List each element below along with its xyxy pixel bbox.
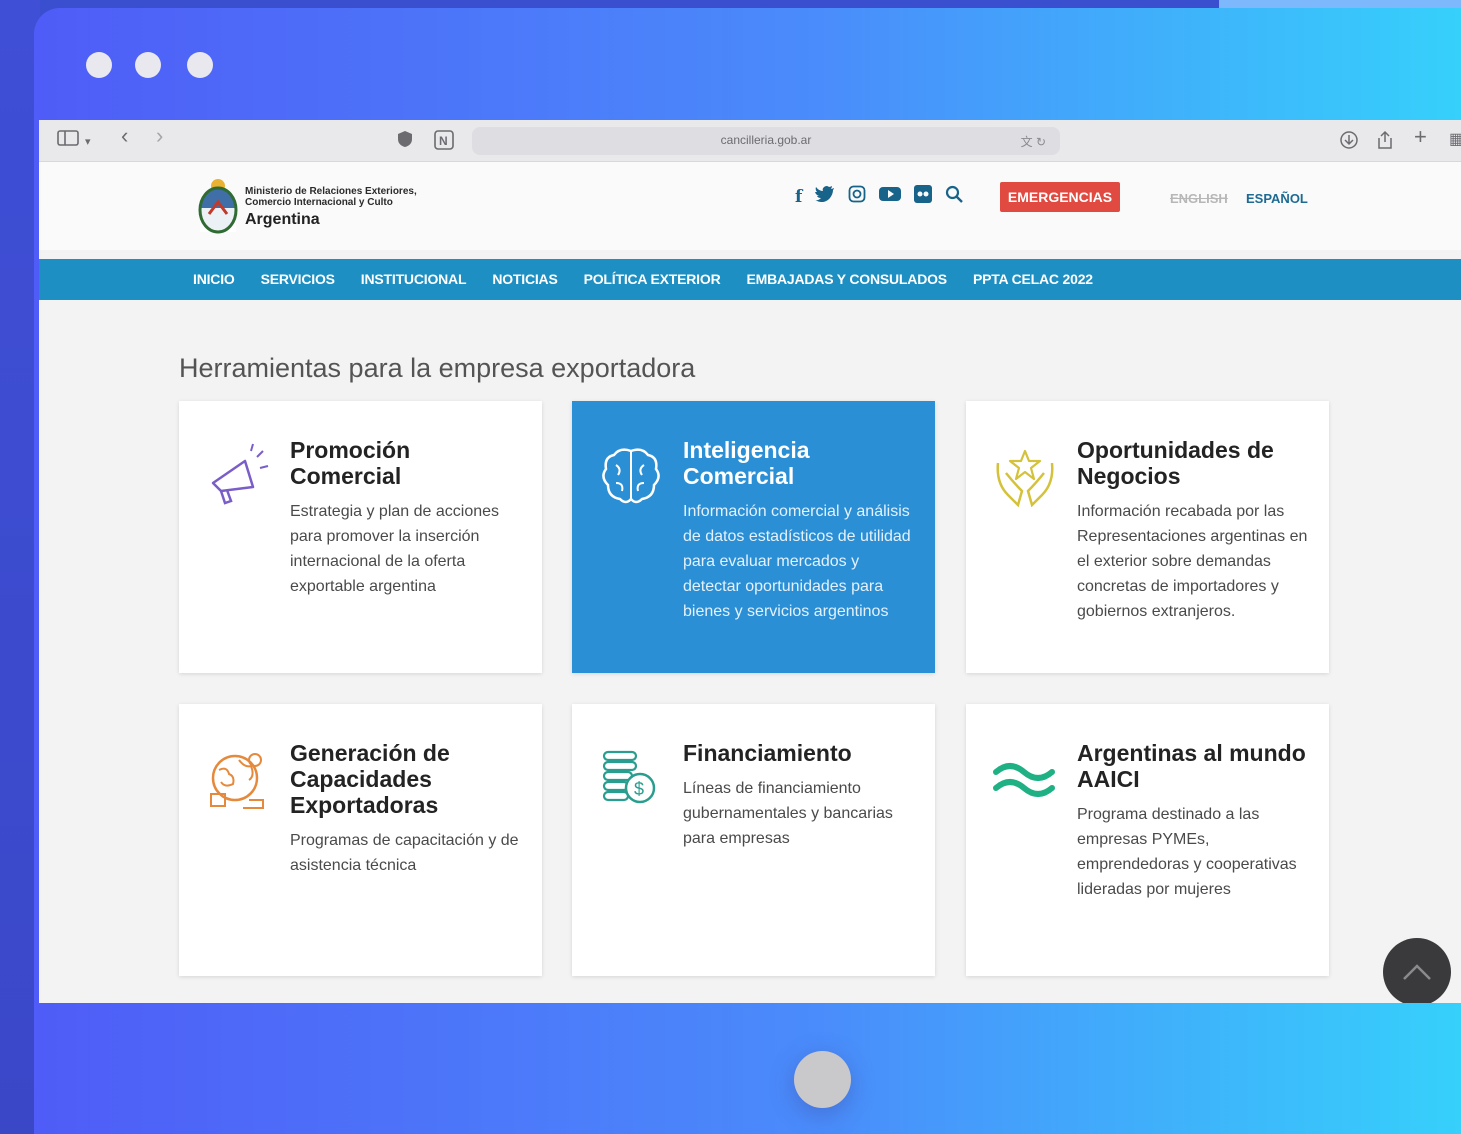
card-description: Información comercial y análisis de dato… <box>683 503 911 620</box>
browser-toolbar: ▾ ‹ › N cancilleria.gob.ar 文 ↻ + ▦ <box>39 120 1461 162</box>
download-icon[interactable] <box>1339 130 1359 154</box>
language-english-link[interactable]: ENGLISH <box>1170 191 1228 206</box>
card-title-line2: AAICI <box>1077 766 1140 792</box>
globe-gear-icon <box>205 746 271 812</box>
nav-item-inicio[interactable]: INICIO <box>193 271 235 287</box>
back-icon[interactable]: ‹ <box>121 125 128 147</box>
card-title-line1: Oportunidades de <box>1077 437 1274 463</box>
frame-top-strip <box>1219 0 1461 8</box>
flickr-icon[interactable] <box>914 185 933 209</box>
browser-window: ▾ ‹ › N cancilleria.gob.ar 文 ↻ + ▦ Minis… <box>39 120 1461 1003</box>
svg-text:$: $ <box>634 779 644 799</box>
scroll-to-top-button[interactable] <box>1383 938 1451 1003</box>
instagram-icon[interactable] <box>848 185 866 209</box>
card-description: Líneas de financiamiento gubernamentales… <box>683 780 893 847</box>
home-indicator-dot[interactable] <box>794 1051 851 1108</box>
logo-country[interactable]: Argentina <box>245 211 320 229</box>
ministry-name-line2: Comercio Internacional y Culto <box>245 197 393 208</box>
card-title-line3: Exportadoras <box>290 792 439 818</box>
notion-extension-icon[interactable]: N <box>434 130 454 154</box>
facebook-icon[interactable]: f <box>795 186 802 208</box>
coins-icon: $ <box>598 746 664 812</box>
card-title: Inteligencia Comercial <box>683 437 913 489</box>
shield-icon[interactable] <box>397 130 413 152</box>
card-title: Argentinas al mundo AAICI <box>1077 740 1307 792</box>
brain-icon <box>598 443 664 509</box>
search-icon[interactable] <box>945 185 964 209</box>
nav-item-politica-exterior[interactable]: POLÍTICA EXTERIOR <box>584 271 721 287</box>
card-description: Información recabada por las Representac… <box>1077 503 1308 620</box>
language-spanish-link[interactable]: ESPAÑOL <box>1246 191 1308 206</box>
nav-item-embajadas[interactable]: EMBAJADAS Y CONSULADOS <box>746 271 947 287</box>
share-icon[interactable] <box>1376 130 1394 154</box>
window-dot-3[interactable] <box>187 52 213 78</box>
nav-item-noticias[interactable]: NOTICIAS <box>492 271 557 287</box>
card-description: Estrategia y plan de acciones para promo… <box>290 503 500 595</box>
new-tab-icon[interactable]: + <box>1414 126 1427 148</box>
card-generacion-capacidades[interactable]: Generación de Capacidades Exportadoras P… <box>179 704 542 976</box>
card-financiamiento[interactable]: $ Financiamiento Líneas de financiamient… <box>572 704 935 976</box>
card-title-line1: Promoción <box>290 437 411 463</box>
address-bar[interactable]: cancilleria.gob.ar 文 ↻ <box>472 127 1060 155</box>
translate-reload-icon[interactable]: 文 ↻ <box>1021 133 1046 150</box>
ministry-name-line1: Ministerio de Relaciones Exteriores, <box>245 186 417 197</box>
card-argentinas-al-mundo[interactable]: Argentinas al mundo AAICI Programa desti… <box>966 704 1329 976</box>
card-description: Programa destinado a las empresas PYMEs,… <box>1077 806 1297 898</box>
card-title-line1: Financiamiento <box>683 740 852 766</box>
emergencias-button[interactable]: EMERGENCIAS <box>1000 182 1120 212</box>
section-title: Herramientas para la empresa exportadora <box>179 353 696 383</box>
card-title-line2: Comercial <box>683 463 795 489</box>
twitter-icon[interactable] <box>815 186 835 208</box>
youtube-icon[interactable] <box>879 186 902 208</box>
chevron-up-icon <box>1403 964 1431 980</box>
tab-overview-icon[interactable]: ▦ <box>1449 130 1461 150</box>
card-title-line1: Generación de <box>290 740 450 766</box>
device-frame: ▾ ‹ › N cancilleria.gob.ar 文 ↻ + ▦ Minis… <box>34 8 1461 1134</box>
sidebar-toggle-icon[interactable] <box>57 130 79 150</box>
main-nav: INICIO SERVICIOS INSTITUCIONAL NOTICIAS … <box>39 259 1461 300</box>
megaphone-icon <box>205 443 271 509</box>
chevron-down-icon[interactable]: ▾ <box>85 132 91 152</box>
site-header: Ministerio de Relaciones Exteriores, Com… <box>39 162 1461 250</box>
forward-icon[interactable]: › <box>156 125 163 147</box>
card-title: Promoción Comercial <box>290 437 520 489</box>
nav-item-servicios[interactable]: SERVICIOS <box>261 271 335 287</box>
card-inteligencia-comercial[interactable]: Inteligencia Comercial Información comer… <box>572 401 935 673</box>
nav-item-institucional[interactable]: INSTITUCIONAL <box>361 271 467 287</box>
card-title: Financiamiento <box>683 740 913 766</box>
card-title: Oportunidades de Negocios <box>1077 437 1307 489</box>
svg-text:N: N <box>439 134 448 148</box>
card-title-line2: Negocios <box>1077 463 1181 489</box>
url-text: cancilleria.gob.ar <box>720 133 812 147</box>
hands-star-icon <box>992 443 1058 509</box>
card-title-line1: Inteligencia <box>683 437 810 463</box>
card-description: Programas de capacitación y de asistenci… <box>290 832 519 874</box>
window-dot-2[interactable] <box>135 52 161 78</box>
nav-item-ppta-celac[interactable]: PPTA CELAC 2022 <box>973 271 1093 287</box>
social-links: f <box>795 185 964 209</box>
card-title-line1: Argentinas al mundo <box>1077 740 1306 766</box>
ministry-name: Ministerio de Relaciones Exteriores, Com… <box>245 186 475 208</box>
card-title-line2: Comercial <box>290 463 402 489</box>
window-dot-1[interactable] <box>86 52 112 78</box>
argentina-coat-of-arms-icon[interactable] <box>197 174 239 234</box>
card-title: Generación de Capacidades Exportadoras <box>290 740 520 818</box>
waves-icon <box>992 746 1058 812</box>
card-title-line2: Capacidades <box>290 766 432 792</box>
card-promocion-comercial[interactable]: Promoción Comercial Estrategia y plan de… <box>179 401 542 673</box>
card-oportunidades-negocios[interactable]: Oportunidades de Negocios Información re… <box>966 401 1329 673</box>
